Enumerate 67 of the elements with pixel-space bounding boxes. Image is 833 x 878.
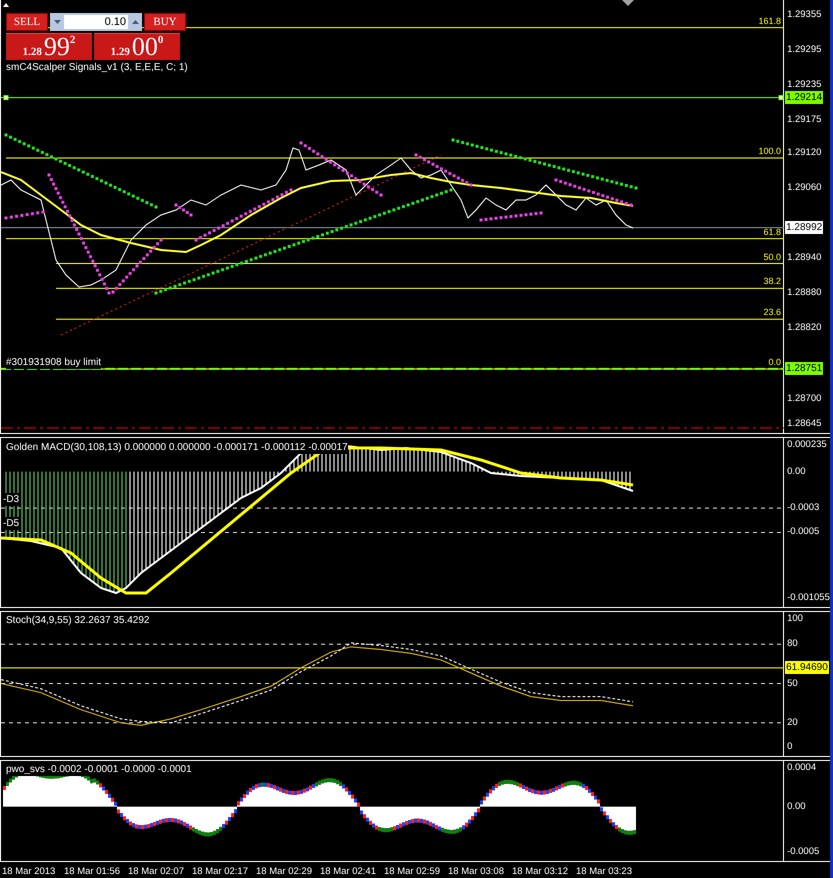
stochastic-axis-label: 20 [787, 716, 798, 729]
level-label: -D5 [3, 517, 20, 530]
time-axis-label: 18 Mar 2013 [2, 866, 56, 877]
time-axis-label: 18 Mar 01:56 [64, 866, 121, 877]
time-axis-label: 18 Mar 02:17 [192, 866, 249, 877]
value-tag: 61.94690 [785, 660, 829, 674]
fib-level-label: 0.0 [768, 356, 782, 368]
price-axis-label: 1.28880 [787, 286, 822, 300]
time-axis-label: 18 Mar 02:07 [128, 866, 185, 877]
macd-axis-label: 0.000235 [787, 438, 827, 451]
price-axis-label: 1.28645 [787, 417, 822, 430]
bid-price-pips: 99 [44, 34, 70, 60]
price-axis-label: 1.29235 [787, 78, 822, 92]
stochastic-axis-label: 100 [787, 612, 803, 625]
macd-axis-label: 0.00 [787, 464, 806, 478]
price-axis-label: 1.29175 [787, 113, 822, 126]
price-tag: 1.29214 [785, 90, 824, 104]
ask-price-point: 0 [158, 34, 164, 46]
sell-button[interactable]: SELL [6, 13, 48, 31]
fib-level-label: 100.0 [758, 145, 782, 157]
oscillator-axis-label: -0.0005 [787, 845, 820, 858]
fib-level-label: 38.2 [764, 275, 782, 288]
fib-level-label: 161.8 [758, 14, 782, 27]
ask-price-handle: 1.29 [110, 46, 130, 58]
buy-button[interactable]: BUY [144, 13, 186, 31]
price-axis-label: 1.29295 [787, 43, 822, 56]
price-tag: 1.28751 [785, 362, 824, 375]
line-handle-icon[interactable] [4, 95, 8, 100]
order-label: #301931908 buy limit [6, 356, 102, 369]
time-axis-label: 18 Mar 03:23 [576, 866, 633, 877]
time-axis-label: 18 Mar 02:41 [320, 866, 377, 877]
fib-level-label: 61.8 [764, 226, 782, 238]
time-axis-label: 18 Mar 02:59 [384, 866, 441, 877]
fib-level-label: 50.0 [764, 250, 782, 262]
fib-level-label: 23.6 [764, 306, 782, 318]
price-axis-label: 1.29120 [787, 146, 822, 159]
price-axis-label: 1.28820 [787, 321, 822, 334]
indicator-title: smC4Scalper Signals_v1 (3, E,E,E, C; 1) [6, 61, 188, 74]
price-axis-label: 1.29355 [787, 8, 822, 21]
time-axis-label: 18 Mar 03:08 [448, 866, 505, 877]
lot-size-field[interactable]: 0.10 [64, 15, 128, 29]
macd-axis-label: -0.0005 [787, 525, 820, 538]
stochastic-axis-label: 80 [787, 637, 798, 650]
price-tag: 1.28992 [785, 220, 824, 234]
collapse-icon[interactable] [3, 3, 9, 7]
price-axis-label: 1.28700 [787, 392, 822, 405]
indicator-title: Stoch(34,9,55) 32.2637 35.4292 [6, 614, 150, 627]
indicator-title: pwo_svs -0.0002 -0.0001 -0.0000 -0.0001 [6, 763, 192, 776]
down-arrow-icon [54, 20, 60, 24]
time-axis-label: 18 Mar 03:12 [512, 866, 569, 877]
line-handle-icon[interactable] [778, 95, 784, 100]
bid-price-handle: 1.28 [22, 46, 42, 58]
shift-marker-icon[interactable] [622, 0, 634, 6]
price-axis-label: 1.29060 [787, 180, 822, 194]
ask-price-pips: 00 [132, 34, 158, 60]
price-axis-label: 1.28940 [787, 251, 822, 264]
oscillator-axis-label: 0.0004 [787, 761, 816, 774]
indicator-title: Golden MACD(30,108,13) 0.000000 0.000000 -0.000171 -0.000112 -0.00017 [6, 441, 348, 454]
stochastic-axis-label: 50 [787, 676, 798, 690]
oscillator-axis-label: 0.00 [787, 800, 806, 813]
bid-price-point: 2 [70, 34, 76, 46]
macd-axis-label: -0.0003 [787, 501, 820, 514]
level-label: -D3 [3, 493, 20, 506]
up-arrow-icon [132, 20, 138, 24]
stochastic-axis-label: 0 [787, 740, 792, 753]
macd-axis-label: -0.001055 [787, 591, 830, 604]
time-axis-label: 18 Mar 02:29 [256, 866, 313, 877]
